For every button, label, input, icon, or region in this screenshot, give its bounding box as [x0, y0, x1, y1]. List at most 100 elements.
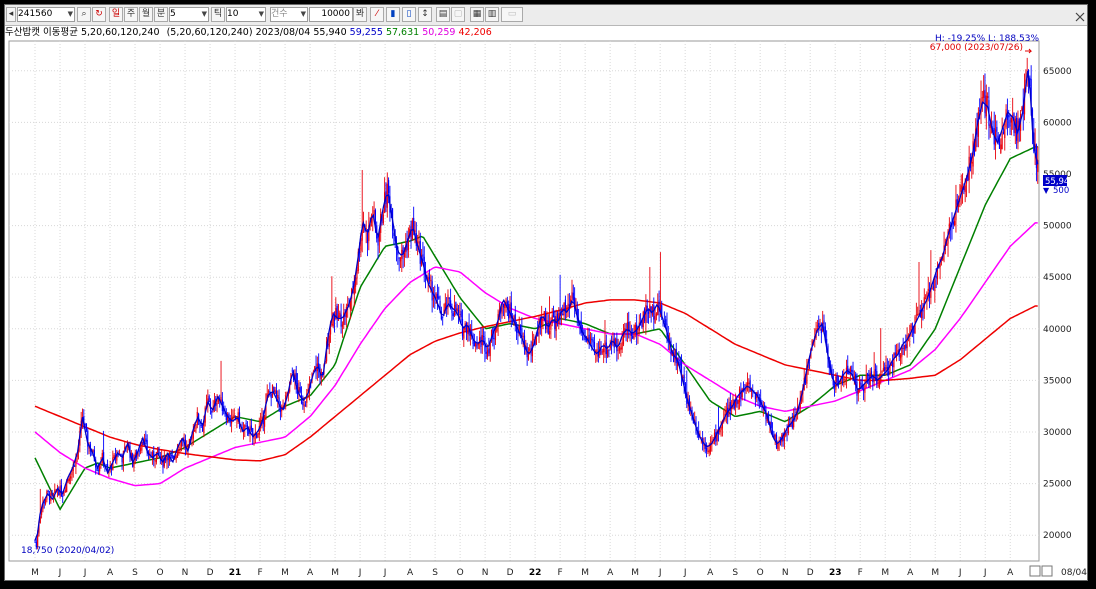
candle-body [141, 441, 143, 451]
candle-body [633, 332, 635, 339]
candle-body [533, 339, 535, 341]
candle-body [560, 316, 563, 318]
candle-body [442, 316, 444, 318]
candle-body [632, 335, 634, 339]
x-tick-label: J [958, 568, 962, 578]
candle-body [1008, 115, 1010, 118]
candle-body [984, 90, 986, 114]
candle-body [529, 348, 531, 351]
candle-body [820, 328, 822, 334]
candle-body [506, 301, 508, 306]
candle-body [99, 466, 101, 472]
candle-body [998, 139, 1001, 149]
candle-body [167, 456, 169, 461]
candle-body [271, 384, 274, 397]
candle-body [336, 306, 338, 319]
x-tick-label: N [182, 568, 189, 578]
x-tick-label: F [257, 568, 262, 578]
candle-body [555, 316, 557, 331]
candle-body [452, 313, 454, 317]
candle-body [436, 293, 439, 299]
candle-body [621, 341, 623, 350]
candle-body [866, 373, 869, 376]
candle-body [616, 338, 618, 352]
x-tick-label: A [707, 568, 714, 578]
y-tick-label: 45000 [1043, 273, 1072, 283]
candle-body [934, 279, 936, 292]
high-marker-arrow-icon [1025, 48, 1033, 54]
candle-body [432, 298, 435, 299]
candle-body [428, 276, 431, 280]
candle-body [647, 311, 650, 314]
zoom-out-icon[interactable] [1029, 565, 1041, 577]
candle-body [554, 315, 556, 330]
candle-body [232, 415, 234, 420]
candle-body [708, 449, 710, 453]
y-tick-label: 25000 [1043, 480, 1072, 490]
x-tick-label: 23 [829, 568, 842, 578]
candle-body [637, 331, 639, 334]
candle-body [617, 349, 619, 351]
candle-body [844, 378, 846, 380]
x-tick-label: J [83, 568, 87, 578]
candle-body [654, 316, 656, 323]
candle-body [778, 443, 780, 445]
candle-body [847, 365, 849, 374]
candle-body [267, 391, 270, 393]
candle-body [438, 296, 440, 299]
candle-body [366, 230, 369, 244]
candle-body [68, 478, 70, 482]
x-tick-label: S [432, 568, 438, 578]
candle-body [522, 336, 524, 338]
candle-body [275, 390, 278, 397]
candle-body [399, 257, 402, 262]
candle-body [888, 371, 890, 376]
candle-body [592, 339, 594, 343]
candle-body [457, 310, 460, 314]
candle-body [328, 335, 330, 347]
x-tick-label: A [907, 568, 914, 578]
candle-body [1001, 134, 1003, 150]
x-tick-label: M [331, 568, 339, 578]
candle-body [70, 476, 72, 479]
candle-body [502, 304, 504, 308]
candle-body [448, 297, 450, 299]
candle-body [257, 433, 259, 438]
candle-body [932, 286, 935, 288]
x-tick-label: A [1007, 568, 1014, 578]
candle-body [485, 351, 487, 354]
candle-body [382, 214, 384, 224]
candle-body [707, 450, 709, 452]
price-chart[interactable]: 2000025000300003500040000450005000055000… [5, 5, 1087, 580]
candle-body [736, 400, 738, 405]
candle-body [331, 324, 333, 326]
zoom-in-icon[interactable] [1041, 565, 1053, 577]
x-tick-label: O [757, 568, 764, 578]
candle-body [1012, 114, 1014, 116]
candle-body [899, 355, 902, 359]
volume-tag: 500 [1053, 186, 1069, 196]
candle-body [571, 292, 573, 299]
candle-body [1004, 129, 1006, 139]
candle-body [398, 257, 400, 259]
candle-body [117, 454, 119, 456]
candle-body [618, 347, 621, 351]
y-tick-label: 40000 [1043, 325, 1072, 335]
candle-body [878, 379, 881, 388]
candle-body [786, 432, 788, 433]
candle-body [473, 341, 475, 347]
candle-body [250, 425, 252, 431]
candle-body [277, 395, 279, 399]
candle-body [1029, 77, 1031, 80]
x-tick-label: S [132, 568, 138, 578]
candle-body [302, 401, 304, 405]
candle-body [931, 287, 933, 289]
candle-body [892, 362, 894, 368]
candle-body [925, 298, 927, 300]
x-tick-label: M [631, 568, 639, 578]
candle-body [567, 303, 569, 310]
candle-body [591, 338, 593, 341]
candle-body [51, 492, 53, 496]
candle-body [857, 389, 859, 394]
candle-body [145, 438, 147, 442]
